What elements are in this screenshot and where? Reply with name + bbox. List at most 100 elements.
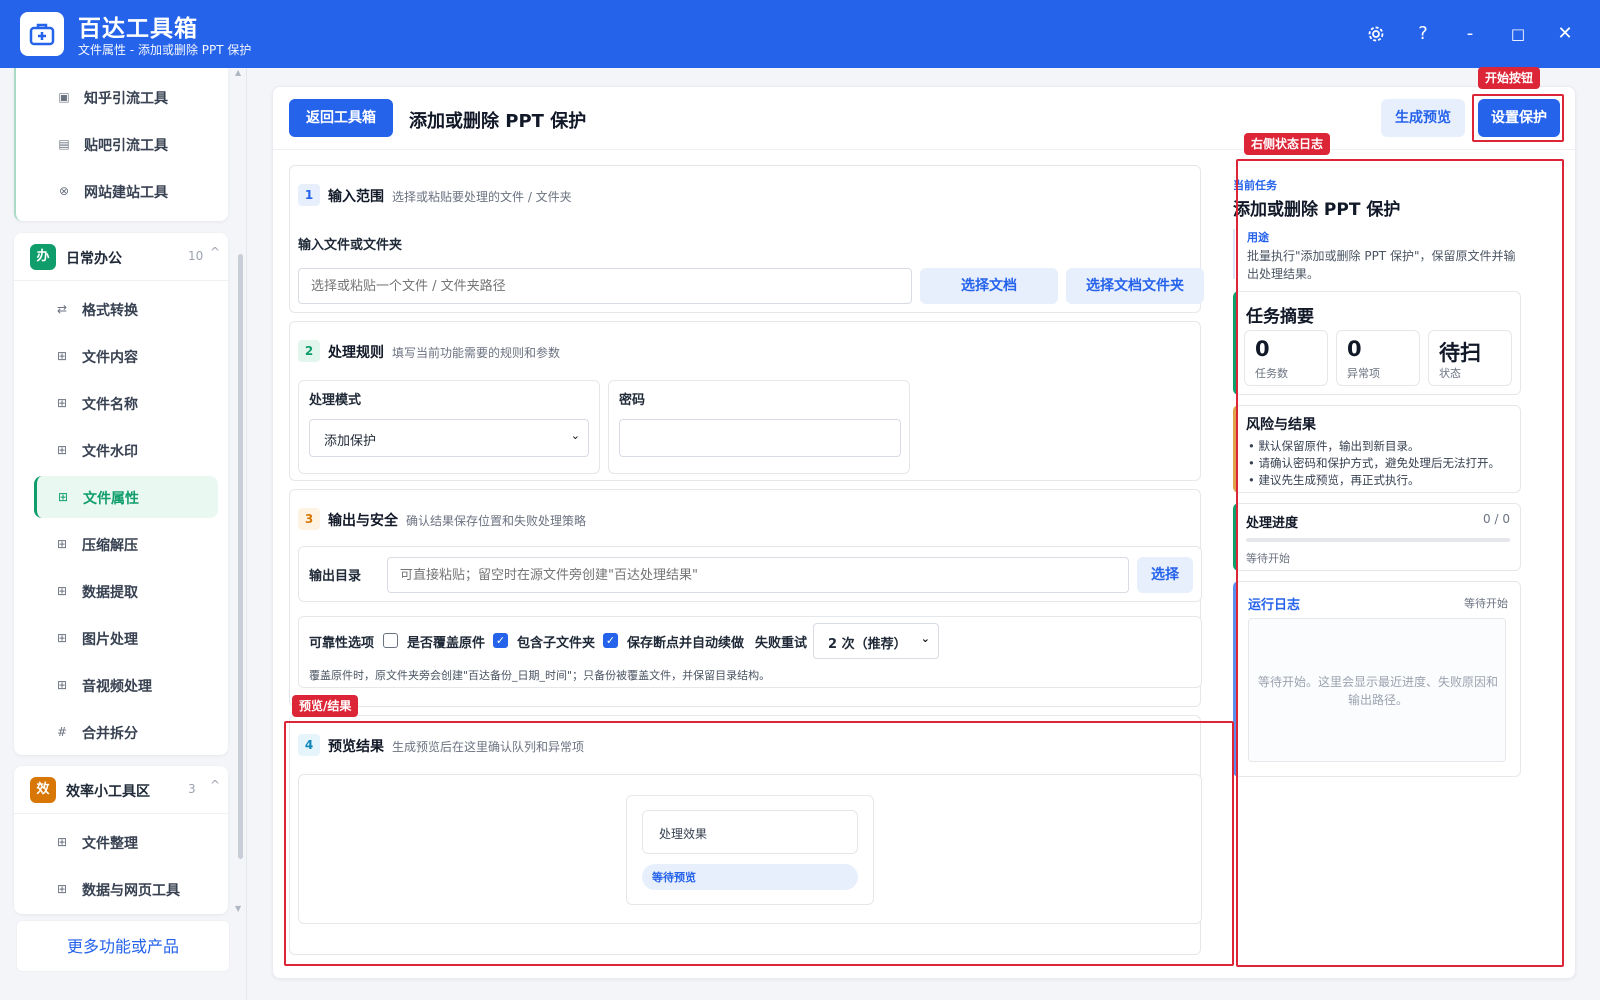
- sidebar-item-content[interactable]: ⊞ 文件内容: [36, 335, 218, 377]
- generate-preview-button[interactable]: 生成预览: [1381, 99, 1465, 137]
- sidebar-item-tieba[interactable]: ▤ 贴吧引流工具: [38, 123, 220, 165]
- sidebar-card-top: ▣ 知乎引流工具 ▤ 贴吧引流工具 ⊗ 网站建站工具: [14, 68, 228, 221]
- sidebar-item-format[interactable]: ⇄ 格式转换: [36, 288, 218, 330]
- annotation-preview-tag: 预览/结果: [292, 695, 359, 717]
- password-input[interactable]: [619, 419, 901, 457]
- maximize-button[interactable]: □: [1504, 20, 1532, 48]
- risk-bullet: • 请确认密码和保护方式，避免处理后无法打开。: [1248, 456, 1500, 470]
- scroll-up-icon[interactable]: ▲: [235, 68, 241, 77]
- grid-icon: ⊞: [56, 835, 68, 849]
- sidebar-item-label: 音视频处理: [82, 679, 152, 695]
- group-header-office[interactable]: 办 日常办公 10 ^: [14, 233, 228, 281]
- section-title: 处理规则: [328, 345, 384, 361]
- current-task-caption: 当前任务: [1233, 179, 1277, 192]
- overwrite-label: 是否覆盖原件: [407, 636, 486, 651]
- grid-icon: ⊞: [56, 349, 68, 363]
- stat-value: 0: [1347, 337, 1362, 361]
- log-area[interactable]: 等待开始。这里会显示最近进度、失败原因和输出路径。: [1248, 618, 1506, 762]
- group-badge: 办: [30, 244, 56, 270]
- purpose-caption: 用途: [1247, 231, 1269, 244]
- close-button[interactable]: ✕: [1551, 20, 1579, 48]
- group-header-efficiency[interactable]: 效 效率小工具区 3 ^: [14, 766, 228, 814]
- annotation-start-button-tag: 开始按钮: [1478, 67, 1541, 89]
- sidebar-item-media[interactable]: ⊞ 音视频处理: [36, 664, 218, 706]
- overwrite-checkbox[interactable]: [383, 633, 398, 648]
- grid-icon: ⊞: [56, 631, 68, 645]
- grid-icon: ⊞: [56, 537, 68, 551]
- hash-icon: #: [56, 725, 68, 739]
- reliability-label: 可靠性选项: [309, 636, 375, 651]
- grid-icon: ⊞: [56, 678, 68, 692]
- more-products-button[interactable]: 更多功能或产品: [16, 920, 230, 972]
- sidebar-item-watermark[interactable]: ⊞ 文件水印: [36, 429, 218, 471]
- section-input: 1 输入范围 选择或粘贴要处理的文件 / 文件夹 输入文件或文件夹 选择文档 选…: [289, 165, 1204, 313]
- section-number: 1: [298, 184, 320, 206]
- sidebar-item-compress[interactable]: ⊞ 压缩解压: [36, 523, 218, 565]
- sidebar-item-label: 文件名称: [82, 397, 138, 413]
- current-task-title: 添加或删除 PPT 保护: [1233, 200, 1401, 220]
- minimize-button[interactable]: -: [1456, 20, 1484, 48]
- sidebar-item-label: 知乎引流工具: [84, 91, 168, 107]
- sidebar-item-website[interactable]: ⊗ 网站建站工具: [38, 170, 220, 212]
- subfolder-checkbox[interactable]: ✓: [493, 633, 508, 648]
- group-name: 日常办公: [66, 251, 122, 267]
- effect-label: 处理效果: [659, 827, 708, 841]
- sidebar-item-merge[interactable]: # 合并拆分: [36, 711, 218, 753]
- choose-document-button[interactable]: 选择文档: [920, 268, 1058, 304]
- group-count: 10: [188, 249, 204, 263]
- set-protection-button[interactable]: 设置保护: [1478, 99, 1560, 137]
- input-path-field[interactable]: [298, 268, 912, 304]
- settings-button[interactable]: [1362, 20, 1390, 48]
- sidebar-item-label: 压缩解压: [82, 538, 138, 554]
- sidebar-item-label: 文件整理: [82, 836, 138, 852]
- subfolder-label: 包含子文件夹: [517, 636, 596, 651]
- stat-label: 异常项: [1347, 367, 1380, 380]
- sidebar-item-properties[interactable]: ⊞ 文件属性: [34, 476, 218, 518]
- sidebar-item-label: 合并拆分: [82, 726, 138, 742]
- sidebar-item-label: 网站建站工具: [84, 185, 168, 201]
- tieba-icon: ▤: [58, 137, 70, 151]
- reliability-card: 可靠性选项 是否覆盖原件 ✓ 包含子文件夹 ✓ 保存断点并自动续做 失败重试 2…: [298, 616, 1202, 688]
- stat-exception-count: 0 异常项: [1336, 330, 1420, 386]
- progress-card: 处理进度 0 / 0 等待开始: [1233, 503, 1521, 571]
- sidebar-item-web-data[interactable]: ⊞ 数据与网页工具: [36, 868, 218, 910]
- section-title: 预览结果: [328, 739, 384, 755]
- progress-count: 0 / 0: [1483, 512, 1510, 526]
- back-to-toolbox-button[interactable]: 返回工具箱: [289, 99, 393, 137]
- sidebar-item-image[interactable]: ⊞ 图片处理: [36, 617, 218, 659]
- risk-card: 风险与结果 • 默认保留原件，输出到新目录。 • 请确认密码和保护方式，避免处理…: [1233, 405, 1521, 493]
- preview-effect-card: 处理效果 等待预览: [626, 795, 874, 905]
- purpose-text: 批量执行"添加或删除 PPT 保护"，保留原文件并输出处理结果。: [1247, 249, 1516, 281]
- page-title: 添加或删除 PPT 保护: [409, 111, 587, 132]
- choose-output-button[interactable]: 选择: [1137, 557, 1193, 593]
- sidebar-item-label: 文件水印: [82, 444, 138, 460]
- section-number: 3: [298, 508, 320, 530]
- scroll-down-icon[interactable]: ▼: [235, 904, 241, 913]
- sidebar-scrollbar[interactable]: [238, 254, 243, 859]
- header-divider: [273, 149, 1577, 150]
- sidebar-item-zhihu[interactable]: ▣ 知乎引流工具: [38, 76, 220, 118]
- sidebar-item-organize[interactable]: ⊞ 文件整理: [36, 821, 218, 863]
- sidebar-item-label: 数据提取: [82, 585, 138, 601]
- risk-bullet: • 建议先生成预览，再正式执行。: [1248, 473, 1420, 487]
- mode-card: 处理模式 添加保护 ⌄: [298, 380, 600, 474]
- progress-status: 等待开始: [1246, 552, 1290, 565]
- sidebar-item-label: 格式转换: [82, 303, 138, 319]
- sidebar: ▣ 知乎引流工具 ▤ 贴吧引流工具 ⊗ 网站建站工具 办 日常办公 10 ^ ⇄…: [0, 68, 247, 1000]
- main-panel: 返回工具箱 添加或删除 PPT 保护 生成预览 设置保护 1 输入范围 选择或粘…: [272, 86, 1577, 979]
- section-desc: 填写当前功能需要的规则和参数: [392, 346, 561, 360]
- sidebar-item-filename[interactable]: ⊞ 文件名称: [36, 382, 218, 424]
- risk-bullet-text: 默认保留原件，输出到新目录。: [1258, 439, 1420, 453]
- help-button[interactable]: ?: [1409, 20, 1437, 48]
- output-dir-input[interactable]: [387, 557, 1129, 593]
- section-desc: 确认结果保存位置和失败处理策略: [406, 514, 587, 528]
- globe-icon: ⊗: [58, 184, 70, 198]
- group-name: 效率小工具区: [66, 784, 150, 800]
- choose-folder-button[interactable]: 选择文档文件夹: [1066, 268, 1204, 304]
- preview-status-label: 等待预览: [652, 871, 696, 884]
- sidebar-item-extract[interactable]: ⊞ 数据提取: [36, 570, 218, 612]
- resume-label: 保存断点并自动续做: [627, 636, 745, 651]
- mode-select[interactable]: 添加保护 ⌄: [309, 419, 589, 457]
- retry-select[interactable]: 2 次（推荐） ⌄: [813, 623, 939, 659]
- resume-checkbox[interactable]: ✓: [603, 633, 618, 648]
